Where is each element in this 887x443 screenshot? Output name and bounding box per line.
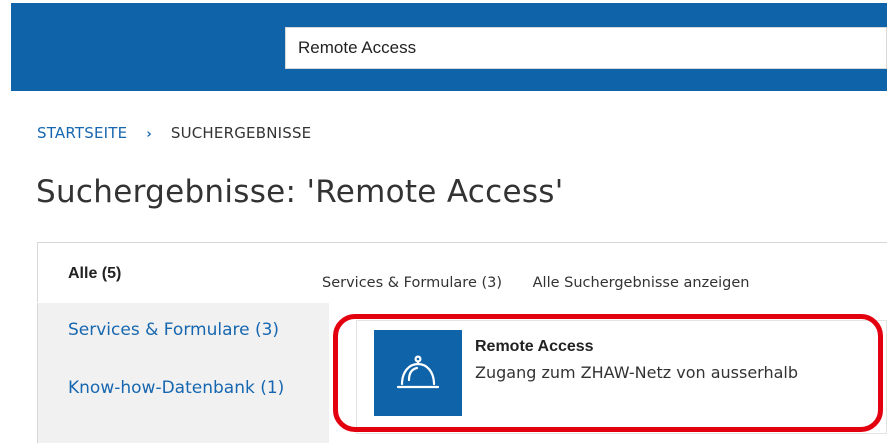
- breadcrumb-home-link[interactable]: STARTSEITE: [37, 124, 127, 142]
- page-title: Suchergebnisse: 'Remote Access': [36, 174, 564, 210]
- service-bell-icon: [374, 330, 462, 416]
- search-input[interactable]: [285, 27, 887, 69]
- breadcrumb: STARTSEITE › SUCHERGEBNISSE: [37, 124, 311, 142]
- subtab-alle-suchergebnisse[interactable]: Alle Suchergebnisse anzeigen: [533, 275, 750, 291]
- tabs-divider: [329, 242, 887, 243]
- subtab-services-formulare[interactable]: Services & Formulare (3): [322, 275, 502, 291]
- results-subtabs: Services & Formulare (3) Alle Suchergebn…: [322, 275, 775, 291]
- sidebar-item-services-formulare[interactable]: Services & Formulare (3): [68, 320, 279, 340]
- breadcrumb-current: SUCHERGEBNISSE: [170, 124, 312, 142]
- result-title-link[interactable]: Remote Access: [475, 338, 594, 356]
- results-sidebar: Services & Formulare (3) Know-how-Datenb…: [37, 303, 329, 443]
- sidebar-item-know-how-datenbank[interactable]: Know-how-Datenbank (1): [68, 378, 284, 398]
- breadcrumb-chevron-icon: ›: [146, 127, 152, 142]
- search-result-card[interactable]: Remote Access Zugang zum ZHAW-Netz von a…: [356, 320, 887, 434]
- tab-all[interactable]: Alle (5): [37, 242, 329, 302]
- result-description: Zugang zum ZHAW-Netz von ausserhalb: [475, 363, 799, 382]
